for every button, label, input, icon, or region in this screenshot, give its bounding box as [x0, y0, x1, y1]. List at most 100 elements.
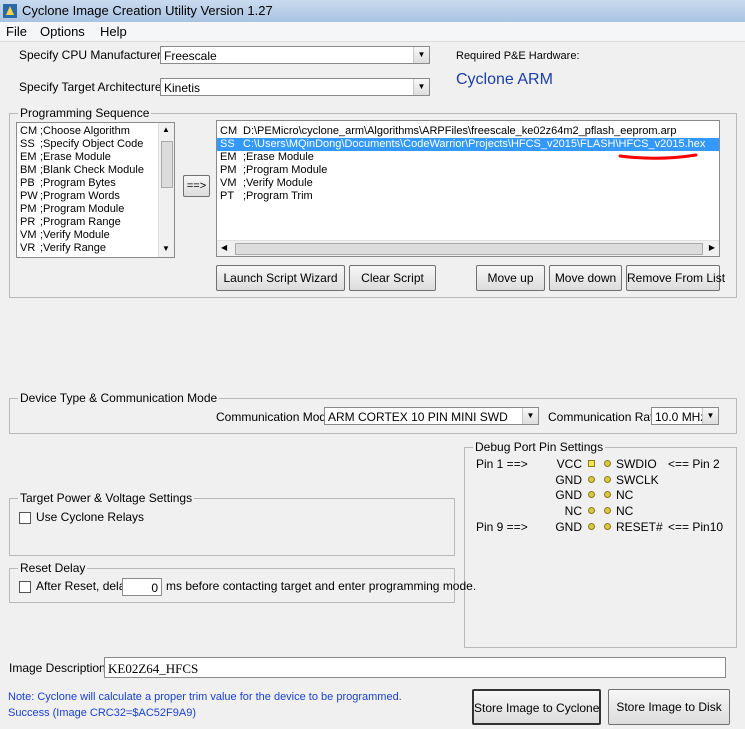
group-title: Target Power & Voltage Settings: [18, 491, 195, 505]
use-relays-checkbox[interactable]: [19, 512, 31, 524]
pin-dot-icon: [604, 491, 611, 498]
app-icon: [3, 4, 17, 18]
target-power-group: Target Power & Voltage Settings: [9, 491, 455, 556]
window-title: Cyclone Image Creation Utility Version 1…: [22, 3, 273, 18]
command-list[interactable]: CM ;Choose Algorithm SS ;Specify Object Co…: [16, 122, 175, 258]
move-up-button[interactable]: Move up: [476, 265, 545, 291]
scroll-thumb[interactable]: [161, 141, 173, 188]
chevron-down-icon: ▼: [702, 408, 718, 424]
chevron-down-icon: ▼: [413, 79, 429, 95]
reset-delay-input[interactable]: 0: [122, 578, 162, 596]
debug-port-group: Debug Port Pin Settings: [464, 440, 737, 648]
scroll-right-icon[interactable]: ▶: [709, 243, 715, 252]
pin-left-7: NC: [564, 504, 582, 518]
use-relays-label: Use Cyclone Relays: [36, 510, 145, 524]
reset-delay-value: 0: [151, 581, 158, 595]
comm-rate-select[interactable]: 10.0 MHz ▼: [651, 407, 719, 425]
cpu-select[interactable]: Freescale ▼: [160, 46, 430, 64]
pin10-label: <== Pin10: [668, 520, 724, 534]
group-title: Programming Sequence: [18, 106, 152, 120]
comm-mode-select[interactable]: ARM CORTEX 10 PIN MINI SWD ▼: [324, 407, 539, 425]
pin-dot-icon: [604, 460, 611, 467]
pin-right-6: NC: [616, 488, 634, 502]
pin-right-4: SWCLK: [616, 473, 659, 487]
scroll-left-icon[interactable]: ◀: [221, 243, 227, 252]
arch-label: Specify Target Architecture:: [19, 80, 165, 94]
pin-dot-icon: [588, 507, 595, 514]
list-item[interactable]: BM ;Blank Check Module: [20, 164, 144, 177]
cpu-value: Freescale: [164, 49, 217, 63]
list-item[interactable]: VR ;Verify Range: [20, 242, 106, 255]
group-title: Reset Delay: [18, 561, 88, 575]
chevron-down-icon: ▼: [413, 47, 429, 63]
move-down-button[interactable]: Move down: [549, 265, 622, 291]
scroll-up-icon[interactable]: ▲: [162, 125, 170, 134]
list-item[interactable]: PW ;Program Words: [20, 190, 120, 203]
group-title: Device Type & Communication Mode: [18, 391, 220, 405]
menu-file[interactable]: File: [6, 24, 27, 39]
menu-bar: File Options Help: [0, 22, 745, 42]
image-description-value: KE02Z64_HFCS: [108, 661, 199, 676]
pin-dot-icon: [588, 523, 595, 530]
group-title: Debug Port Pin Settings: [473, 440, 606, 454]
pin9-label: Pin 9 ==>: [476, 520, 528, 534]
script-list-hscrollbar[interactable]: ◀ ▶: [217, 240, 719, 256]
list-item[interactable]: PM ;Program Module: [20, 203, 124, 216]
reset-delay-suffix: ms before contacting target and enter pr…: [166, 579, 477, 593]
after-reset-label: After Reset, delay: [36, 579, 132, 593]
script-list[interactable]: CM D:\PEMicro\cyclone_arm\Algorithms\ARPF…: [216, 120, 720, 257]
comm-rate-value: 10.0 MHz: [655, 410, 707, 424]
pin-right-8: NC: [616, 504, 634, 518]
comm-mode-label: Communication Mode:: [216, 410, 337, 424]
launch-script-wizard-button[interactable]: Launch Script Wizard: [216, 265, 345, 291]
pin-right-2: SWDIO: [616, 457, 657, 471]
pin-left-5: GND: [555, 488, 582, 502]
hardware-label: Required P&E Hardware:: [456, 50, 580, 62]
after-reset-checkbox[interactable]: [19, 581, 31, 593]
image-description-input[interactable]: KE02Z64_HFCS: [104, 657, 726, 678]
list-item[interactable]: SS ;Specify Object Code: [20, 138, 143, 151]
list-item[interactable]: VM ;Verify Module: [20, 229, 110, 242]
list-item[interactable]: PR ;Program Range: [20, 216, 121, 229]
cpu-label: Specify CPU Manufacturer:: [19, 48, 165, 62]
clear-script-button[interactable]: Clear Script: [349, 265, 436, 291]
red-underline-annotation: [618, 153, 698, 160]
script-row[interactable]: PM ;Program Module: [220, 164, 327, 177]
list-item[interactable]: EM ;Erase Module: [20, 151, 111, 164]
pin-dot-icon: [588, 491, 595, 498]
scroll-thumb[interactable]: [235, 243, 703, 255]
menu-options[interactable]: Options: [40, 24, 85, 39]
pin-dot-icon: [604, 476, 611, 483]
pin-right-10: RESET#: [616, 520, 663, 534]
remove-from-list-button[interactable]: Remove From List: [626, 265, 725, 291]
add-command-button[interactable]: ==>: [183, 175, 210, 197]
list-item[interactable]: CM ;Choose Algorithm: [20, 125, 130, 138]
hardware-value: Cyclone ARM: [456, 71, 553, 88]
pin-dot-icon: [604, 523, 611, 530]
command-list-scrollbar[interactable]: ▲ ▼: [158, 123, 174, 257]
pin1-label: Pin 1 ==>: [476, 457, 528, 471]
script-row[interactable]: PT ;Program Trim: [220, 190, 313, 203]
pin-left-3: GND: [555, 473, 582, 487]
scroll-down-icon[interactable]: ▼: [162, 244, 170, 253]
menu-help[interactable]: Help: [100, 24, 127, 39]
comm-mode-value: ARM CORTEX 10 PIN MINI SWD: [328, 410, 508, 424]
trim-note: Note: Cyclone will calculate a proper tr…: [8, 691, 402, 703]
script-row[interactable]: CM D:\PEMicro\cyclone_arm\Algorithms\ARPF…: [220, 125, 676, 138]
pin-dot-icon: [604, 507, 611, 514]
title-bar: Cyclone Image Creation Utility Version 1…: [0, 0, 745, 22]
store-to-disk-button[interactable]: Store Image to Disk: [608, 689, 730, 725]
list-item[interactable]: PB ;Program Bytes: [20, 177, 116, 190]
chevron-down-icon: ▼: [522, 408, 538, 424]
pin-dot-icon: [588, 476, 595, 483]
arch-select[interactable]: Kinetis ▼: [160, 78, 430, 96]
pin-square-icon: [588, 460, 595, 467]
pin-left-1: VCC: [556, 457, 582, 471]
script-row[interactable]: EM ;Erase Module: [220, 151, 314, 164]
script-row[interactable]: VM ;Verify Module: [220, 177, 313, 190]
pin-left-9: GND: [555, 520, 582, 534]
arch-value: Kinetis: [164, 81, 201, 95]
comm-rate-label: Communication Rate:: [548, 410, 664, 424]
pin2-label: <== Pin 2: [668, 457, 720, 471]
store-to-cyclone-button[interactable]: Store Image to Cyclone: [472, 689, 601, 725]
